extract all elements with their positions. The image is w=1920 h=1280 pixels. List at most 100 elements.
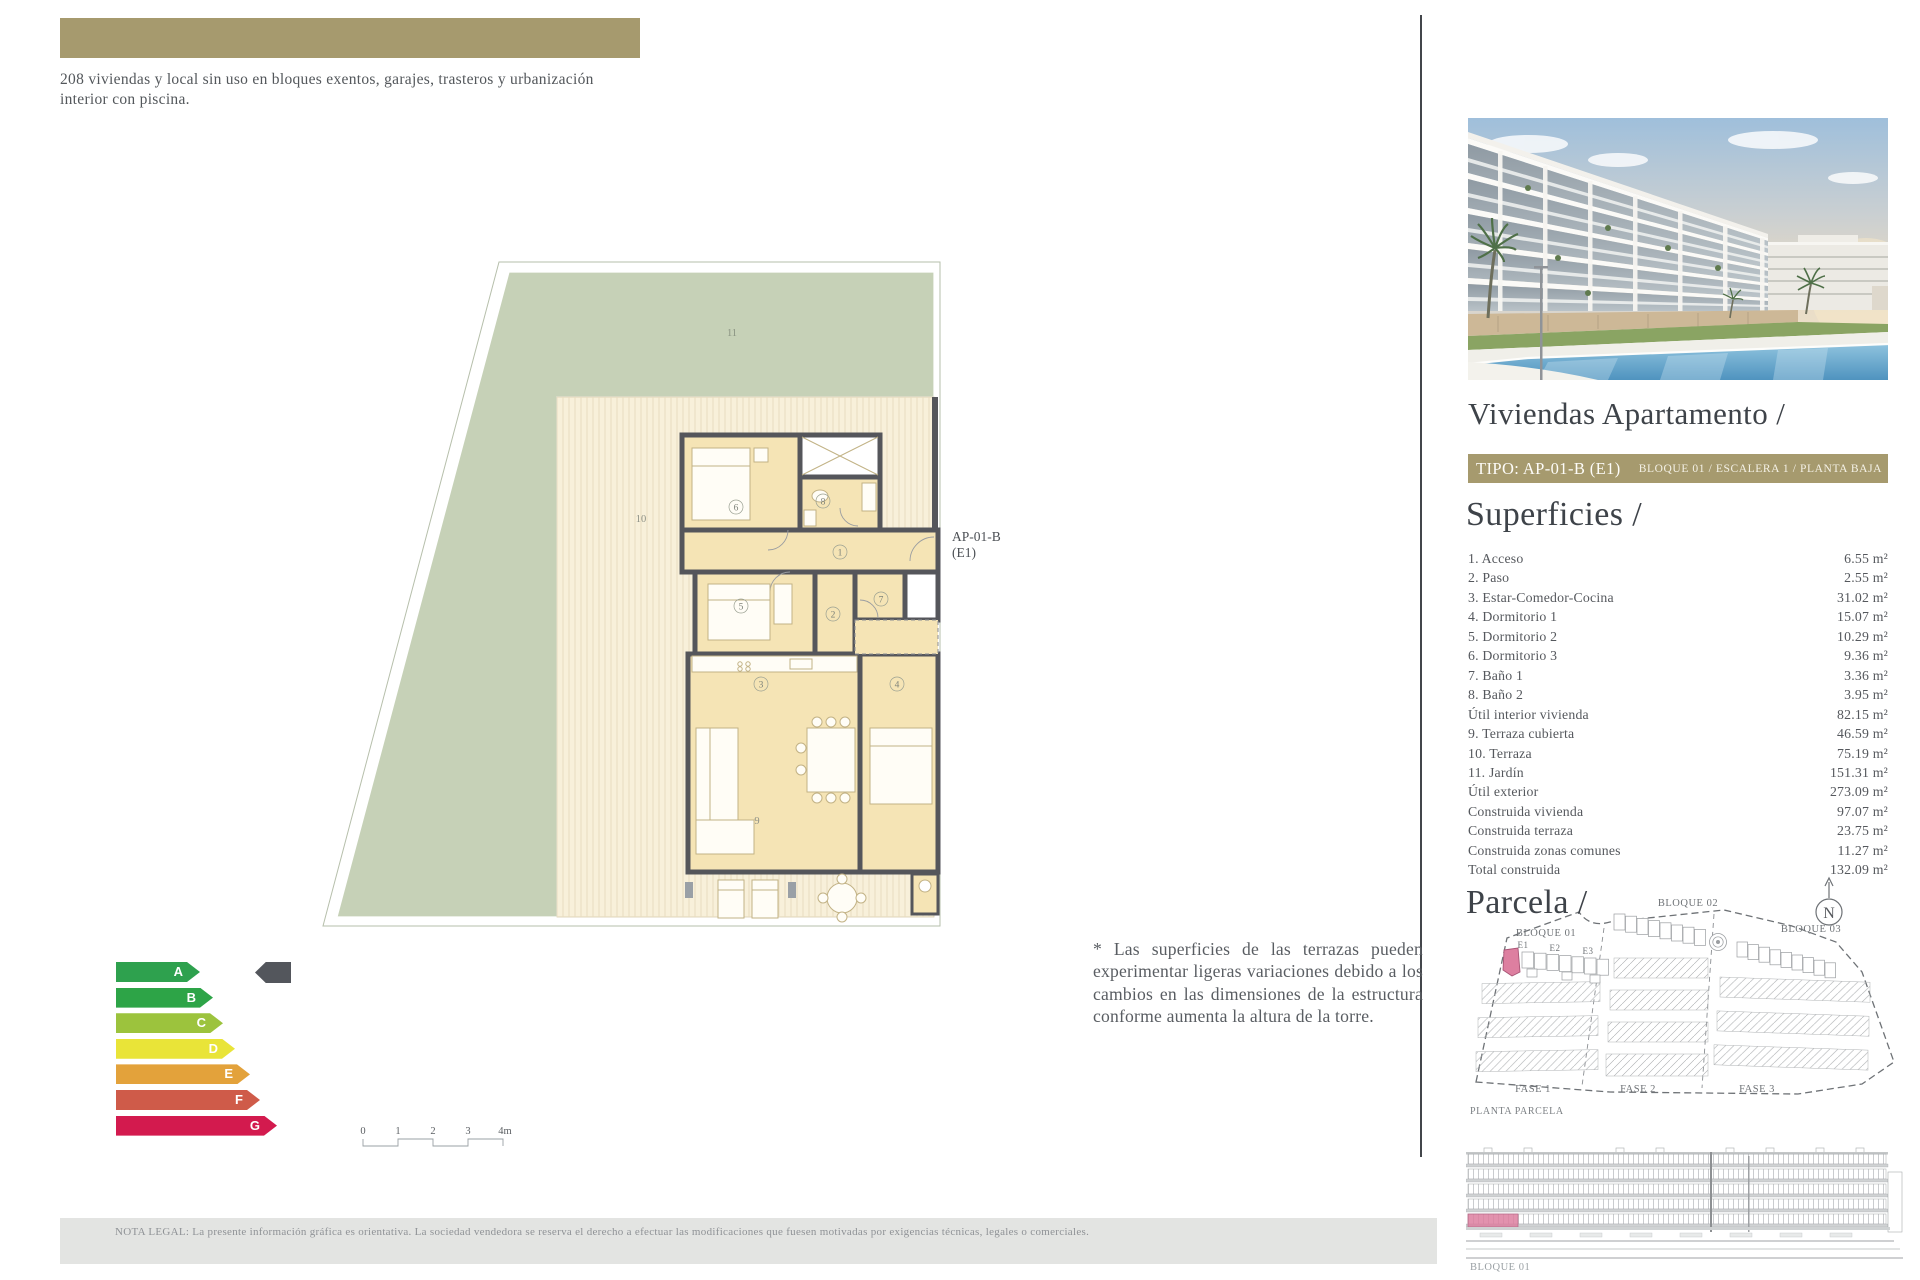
- superficie-name: 9. Terraza cubierta: [1468, 724, 1574, 743]
- bloque3-footprint: [1737, 942, 1836, 978]
- superficie-name: 4. Dormitorio 1: [1468, 607, 1557, 626]
- escalera3-label: E3: [1583, 946, 1594, 956]
- fase1-label: FASE 1: [1515, 1084, 1551, 1095]
- superficie-value: 6.55 m²: [1844, 549, 1888, 568]
- planter: [685, 882, 693, 898]
- superficie-value: 23.75 m²: [1837, 821, 1888, 840]
- parcela-caption: PLANTA PARCELA: [1470, 1106, 1564, 1117]
- bloque3-label: BLOQUE 03: [1781, 924, 1841, 935]
- intro-text: 208 viviendas y local sin uso en bloques…: [60, 70, 608, 111]
- svg-text:6: 6: [734, 504, 739, 514]
- legal-text: NOTA LEGAL: La presente información gráf…: [115, 1226, 1089, 1238]
- legal-bar: NOTA LEGAL: La presente información gráf…: [60, 1218, 1437, 1264]
- pool-feature: [1710, 934, 1727, 951]
- elevation-floors: [1466, 1152, 1902, 1232]
- svg-text:7: 7: [879, 596, 884, 606]
- superficie-name: Construida vivienda: [1468, 802, 1583, 821]
- superficie-value: 151.31 m²: [1830, 763, 1888, 782]
- north-compass: N: [1816, 878, 1842, 925]
- highlighted-unit: [1503, 948, 1520, 976]
- tipo-banner: TIPO: AP-01-B (E1) BLOQUE 01 / ESCALERA …: [1468, 454, 1888, 483]
- energy-bar-a: A: [116, 962, 200, 982]
- railing-pole-top: [1534, 266, 1548, 269]
- elevation-caption: BLOQUE 01: [1470, 1262, 1530, 1273]
- energy-letter: C: [197, 1013, 223, 1033]
- superficie-name: 1. Acceso: [1468, 549, 1523, 568]
- superficie-value: 31.02 m²: [1837, 588, 1888, 607]
- scale-tick: 0: [360, 1126, 365, 1137]
- elevation-base: [1466, 1227, 1903, 1258]
- svg-text:4: 4: [895, 681, 900, 691]
- superficie-name: 10. Terraza: [1468, 744, 1532, 763]
- scale-tick: 4m: [498, 1126, 511, 1137]
- fase3-label: FASE 3: [1739, 1084, 1775, 1095]
- bloque1-footprint: [1522, 952, 1609, 983]
- elevation-roof: [1466, 1148, 1888, 1155]
- dressing-area: [855, 620, 938, 654]
- superficie-value: 2.55 m²: [1844, 568, 1888, 587]
- bloque1-label: BLOQUE 01: [1516, 928, 1576, 939]
- superficies-row: Útil interior vivienda82.15 m²: [1468, 705, 1888, 724]
- superficies-row: Útil exterior273.09 m²: [1468, 782, 1888, 801]
- superficies-row: 7. Baño 13.36 m²: [1468, 666, 1888, 685]
- room-acceso-hall: [682, 530, 938, 572]
- superficie-name: Construida zonas comunes: [1468, 841, 1621, 860]
- superficie-name: Construida terraza: [1468, 821, 1573, 840]
- bloque2-label: BLOQUE 02: [1658, 898, 1718, 909]
- superficies-row: 1. Acceso 6.55 m²: [1468, 549, 1888, 568]
- elevation-drawing: BLOQUE 01: [1466, 1146, 1906, 1276]
- svg-text:8: 8: [821, 498, 826, 508]
- fase2-label: FASE 2: [1620, 1084, 1656, 1095]
- superficies-row: Construida zonas comunes11.27 m²: [1468, 841, 1888, 860]
- superficies-row: 10. Terraza 75.19 m²: [1468, 744, 1888, 763]
- energy-bar-f: F: [116, 1090, 260, 1110]
- superficie-value: 46.59 m²: [1837, 724, 1888, 743]
- superficie-name: 2. Paso: [1468, 568, 1509, 587]
- svg-text:1: 1: [838, 549, 843, 559]
- energy-letter: G: [250, 1116, 277, 1136]
- superficie-value: 3.36 m²: [1844, 666, 1888, 685]
- superficie-name: 11. Jardín: [1468, 763, 1524, 782]
- energy-letter: F: [235, 1090, 260, 1110]
- superficies-row: 5. Dormitorio 210.29 m²: [1468, 627, 1888, 646]
- washer-icon: [919, 880, 931, 892]
- superficie-value: 3.95 m²: [1844, 685, 1888, 704]
- room-label-11: 11: [727, 328, 737, 339]
- superficies-row: 9. Terraza cubierta 46.59 m²: [1468, 724, 1888, 743]
- superficie-name: 6. Dormitorio 3: [1468, 646, 1557, 665]
- superficie-name: 8. Baño 2: [1468, 685, 1523, 704]
- scale-tick: 2: [430, 1126, 435, 1137]
- superficies-row: 11. Jardín 151.31 m²: [1468, 763, 1888, 782]
- energy-letter: E: [224, 1064, 250, 1084]
- parcela-title: Parcela /: [1466, 884, 1588, 922]
- superficie-value: 75.19 m²: [1837, 744, 1888, 763]
- svg-text:2: 2: [831, 611, 836, 621]
- energy-bar-c: C: [116, 1013, 223, 1033]
- superficie-value: 15.07 m²: [1837, 607, 1888, 626]
- energy-letter: D: [209, 1039, 235, 1059]
- superficies-row: 2. Paso 2.55 m²: [1468, 568, 1888, 587]
- room-closet: [905, 572, 938, 620]
- energy-bar-g: G: [116, 1116, 277, 1136]
- superficie-value: 273.09 m²: [1830, 782, 1888, 801]
- scale-tick: 3: [465, 1126, 470, 1137]
- superficies-row: Construida terraza 23.75 m²: [1468, 821, 1888, 840]
- superficie-value: 9.36 m²: [1844, 646, 1888, 665]
- wall-stub: [932, 397, 938, 530]
- plan-unit-stair: (E1): [952, 545, 976, 560]
- building-photo: [1468, 118, 1888, 380]
- superficies-row: 8. Baño 2 3.95 m²: [1468, 685, 1888, 704]
- brochure-page: { "intro": { "text": "208 viviendas y lo…: [0, 0, 1920, 1280]
- superficies-row: 3. Estar-Comedor-Cocina31.02 m²: [1468, 588, 1888, 607]
- energy-bar-b: B: [116, 988, 213, 1008]
- scale-tick: 1: [395, 1126, 400, 1137]
- room-label-9: 9: [754, 816, 759, 827]
- building-right: [1752, 235, 1888, 310]
- superficies-row: Construida vivienda 97.07 m²: [1468, 802, 1888, 821]
- energy-selected-arrow: [255, 962, 291, 983]
- scale-bar: 0 1 2 3 4m: [358, 1124, 518, 1152]
- north-label: N: [1823, 905, 1835, 922]
- superficie-value: 97.07 m²: [1837, 802, 1888, 821]
- page-title: Viviendas Apartamento /: [1468, 396, 1888, 432]
- svg-text:5: 5: [739, 603, 744, 613]
